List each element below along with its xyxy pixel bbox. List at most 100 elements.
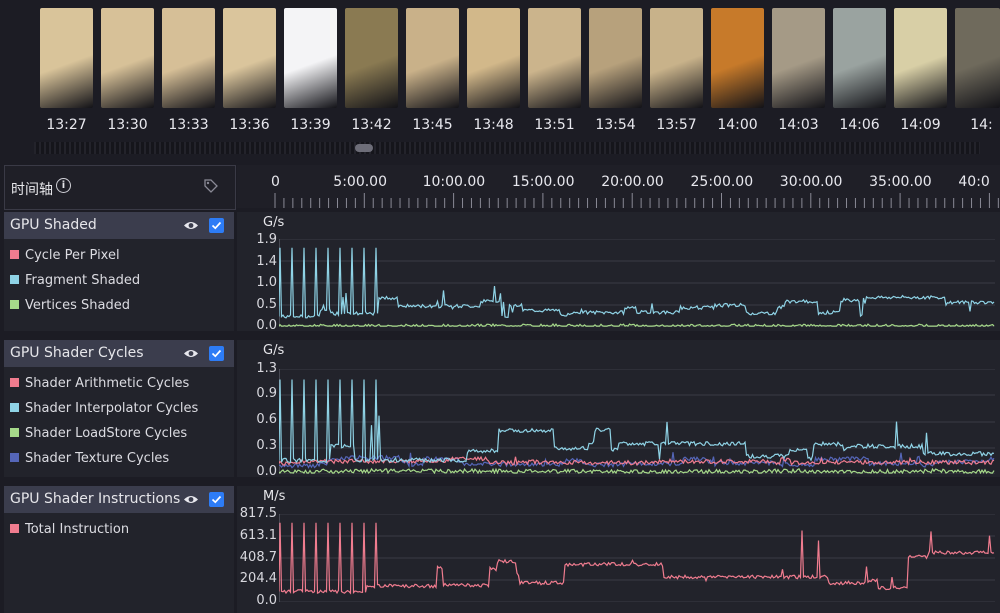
thumbnail-time-label: 13:48 [473, 117, 514, 133]
thumbnail-time-label: 14:03 [778, 117, 819, 133]
y-tick: 1.0 [256, 275, 277, 290]
thumbnail-time-label: 14:00 [717, 117, 758, 133]
visibility-checkbox[interactable] [209, 346, 224, 361]
legend-item[interactable]: Shader Texture Cycles [10, 451, 169, 466]
tag-icon[interactable] [203, 178, 219, 194]
y-tick: 613.1 [239, 528, 277, 543]
shader-loadstore-line [279, 467, 995, 474]
legend-swatch [10, 275, 19, 284]
visibility-checkbox[interactable] [209, 492, 224, 507]
screenshot-thumbnail[interactable] [40, 8, 93, 108]
legend-item[interactable]: Shader LoadStore Cycles [10, 426, 187, 441]
eye-icon[interactable] [183, 220, 199, 231]
screenshot-thumbnail[interactable] [284, 8, 337, 108]
gpu-shader-cycles-plot[interactable] [279, 369, 995, 474]
thumbnail-scroll-thumb[interactable] [355, 144, 373, 152]
y-tick: 817.5 [239, 506, 277, 521]
screenshot-thumbnail[interactable] [894, 8, 947, 108]
legend-label: Shader Texture Cycles [25, 451, 170, 466]
ruler-label: 35:00.00 [869, 174, 932, 190]
thumbnail-time-label: 13:39 [290, 117, 331, 133]
legend-swatch [10, 524, 19, 533]
y-tick: 0.5 [256, 297, 277, 312]
check-icon [211, 221, 222, 230]
unit-label: G/s [263, 343, 285, 358]
section-title: GPU Shader Instructions [10, 491, 181, 507]
visibility-checkbox[interactable] [209, 218, 224, 233]
thumbnail-time-label: 13:51 [534, 117, 575, 133]
thumbnail-time-label: 13:36 [229, 117, 270, 133]
eye-icon[interactable] [183, 348, 199, 359]
ruler-label: 0 [271, 174, 280, 190]
y-tick: 1.3 [256, 361, 277, 376]
ruler-label: 25:00.00 [690, 174, 754, 190]
screenshot-thumbnail[interactable] [528, 8, 581, 108]
ruler-label: 5:00.00 [333, 174, 387, 190]
screenshot-thumbnail[interactable] [101, 8, 154, 108]
thumbnail-time-label: 13:45 [412, 117, 453, 133]
gpu-shaded-plot[interactable] [279, 239, 995, 327]
screenshot-thumbnail[interactable] [406, 8, 459, 108]
unit-label: G/s [263, 215, 285, 230]
legend-item[interactable]: Cycle Per Pixel [10, 248, 120, 263]
check-icon [211, 349, 222, 358]
ruler-label: 15:00.00 [511, 174, 575, 190]
screenshot-thumbnail[interactable] [162, 8, 215, 108]
legend-item[interactable]: Shader Arithmetic Cycles [10, 376, 189, 391]
thumbnail-time-label: 13:27 [46, 117, 87, 133]
screenshot-thumbnail[interactable] [650, 8, 703, 108]
screenshot-thumbnail[interactable] [955, 8, 1000, 108]
thumbnail-time-label: 13:33 [168, 117, 209, 133]
screenshot-thumbnail[interactable] [223, 8, 276, 108]
section-legend-gpu-shader-cycles: Shader Arithmetic Cycles Shader Interpol… [4, 367, 234, 477]
chart-panel-gpu-shader-instructions[interactable]: M/s 817.5 613.1 408.7 204.4 0.0 [237, 486, 1000, 613]
legend-label: Fragment Shaded [25, 273, 141, 288]
thumbnail-time-label: 14:06 [839, 117, 880, 133]
thumbnail-time-label: 14:09 [900, 117, 941, 133]
info-icon[interactable]: i [56, 178, 71, 193]
thumbnail-time-label: 13:57 [656, 117, 697, 133]
gpu-shader-instructions-plot[interactable] [279, 514, 995, 602]
legend-label: Vertices Shaded [25, 298, 130, 313]
screenshot-thumbnail[interactable] [711, 8, 764, 108]
thumbnail-time-label: 13:42 [351, 117, 392, 133]
legend-item[interactable]: Total Instruction [10, 522, 129, 537]
thumbnail-strip: 13:27 13:30 13:33 13:36 13:39 13:42 13:45 13:48… [0, 0, 1000, 158]
timeline-header: 时间轴 i [4, 165, 236, 210]
screenshot-thumbnail[interactable] [833, 8, 886, 108]
screenshot-thumbnail[interactable] [467, 8, 520, 108]
legend-swatch [10, 453, 19, 462]
legend-swatch [10, 403, 19, 412]
chart-panel-gpu-shader-cycles[interactable]: G/s 1.3 0.9 0.6 0.3 0.0 [237, 340, 1000, 479]
legend-item[interactable]: Fragment Shaded [10, 273, 140, 288]
ruler-label: 10:00.00 [422, 174, 486, 190]
thumbnail-scrollbar[interactable] [34, 142, 980, 154]
check-icon [211, 495, 222, 504]
legend-item[interactable]: Vertices Shaded [10, 298, 130, 313]
timeline-ruler[interactable]: 0 5:00.00 10:00.00 15:00.00 20:00.00 25:00.00… [237, 165, 1000, 208]
section-header-gpu-shader-cycles[interactable]: GPU Shader Cycles [4, 340, 234, 367]
eye-icon[interactable] [183, 494, 199, 505]
timeline-title: 时间轴 [11, 182, 53, 198]
section-legend-gpu-shader-instructions: Total Instruction [4, 513, 234, 613]
section-legend-gpu-shaded: Cycle Per Pixel Fragment Shaded Vertices… [4, 239, 234, 331]
section-header-gpu-shaded[interactable]: GPU Shaded [4, 212, 234, 239]
ruler-label: 20:00.00 [601, 174, 664, 190]
shader-interpolator-line [279, 379, 995, 464]
y-tick: 0.6 [256, 412, 277, 427]
section-header-gpu-shader-instructions[interactable]: GPU Shader Instructions [4, 486, 234, 513]
screenshot-thumbnail[interactable] [589, 8, 642, 108]
legend-label: Total Instruction [25, 522, 130, 537]
y-tick: 0.0 [256, 593, 277, 608]
vertices-shaded-line [279, 322, 995, 327]
legend-swatch [10, 428, 19, 437]
legend-item[interactable]: Shader Interpolator Cycles [10, 401, 198, 416]
legend-label: Cycle Per Pixel [25, 248, 120, 263]
screenshot-thumbnail[interactable] [345, 8, 398, 108]
y-tick: 1.9 [256, 232, 277, 247]
unit-label: M/s [263, 489, 286, 504]
chart-panel-gpu-shaded[interactable]: G/s 1.9 1.4 1.0 0.5 0.0 [237, 212, 1000, 333]
section-title: GPU Shaded [10, 217, 97, 233]
screenshot-thumbnail[interactable] [772, 8, 825, 108]
ruler-label: 30:00.00 [779, 174, 843, 190]
